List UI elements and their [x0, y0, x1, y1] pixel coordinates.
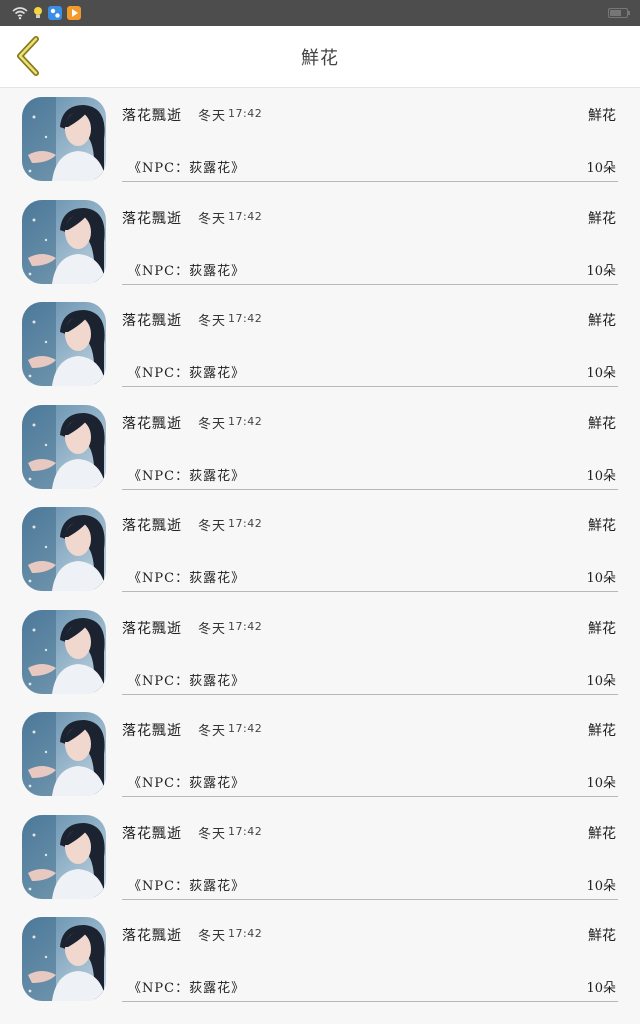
timestamp: 17:42: [228, 517, 263, 530]
sender-tag: 冬天: [198, 109, 227, 124]
item-amount: 10朵: [586, 161, 616, 176]
bulb-icon: [33, 6, 43, 20]
nav-bar: 鮮花: [0, 26, 640, 88]
item-body: 落花飄逝 冬天 17:42 鮮花 《NPC：荻露花》 10朵: [122, 703, 618, 797]
timestamp: 17:42: [228, 107, 263, 120]
sender-name: 落花飄逝: [122, 415, 182, 432]
item-amount: 10朵: [586, 878, 616, 894]
item-type: 鮮花: [588, 825, 616, 842]
avatar: [22, 507, 106, 591]
avatar: [22, 917, 106, 1001]
sender-tag: 冬天: [198, 314, 227, 329]
message-text: 《NPC：荻露花》: [128, 878, 246, 894]
status-icons: [12, 6, 81, 20]
app-icon-blue: [48, 6, 62, 20]
list-item[interactable]: 落花飄逝 冬天 17:42 鮮花 《NPC：荻露花》 10朵: [0, 498, 640, 601]
item-amount: 10朵: [586, 981, 616, 996]
item-body: 落花飄逝 冬天 17:42 鮮花 《NPC：荻露花》 10朵: [122, 396, 618, 490]
list-item[interactable]: 落花飄逝 冬天 17:42 鮮花 《NPC：荻露花》 10朵: [0, 293, 640, 396]
sender-tag: 冬天: [198, 929, 227, 944]
sender-tag: 冬天: [198, 519, 227, 534]
message-text: 《NPC：荻露花》: [128, 776, 246, 791]
timestamp: 17:42: [228, 824, 263, 838]
item-body: 落花飄逝 冬天 17:42 鮮花 《NPC：荻露花》 10朵: [122, 498, 618, 592]
sender-name: 落花飄逝: [122, 313, 182, 329]
status-right: [608, 8, 630, 18]
list-item[interactable]: 落花飄逝 冬天 17:42 鮮花 《NPC：荻露花》 10朵: [0, 806, 640, 909]
message-text: 《NPC：荻露花》: [128, 366, 246, 381]
item-type: 鮮花: [588, 723, 616, 739]
sender-name: 落花飄逝: [122, 108, 182, 124]
item-body: 落花飄逝 冬天 17:42 鮮花 《NPC：荻露花》 10朵: [122, 806, 618, 900]
item-amount: 10朵: [586, 776, 616, 791]
page-title: 鮮花: [301, 48, 339, 69]
avatar: [22, 404, 106, 489]
timestamp: 17:42: [228, 722, 263, 735]
item-body: 落花飄逝 冬天 17:42 鮮花 《NPC：荻露花》 10朵: [122, 88, 618, 182]
avatar: [22, 302, 106, 386]
sender-name: 落花飄逝: [122, 928, 182, 944]
app-icon-orange: [67, 6, 81, 20]
item-type: 鮮花: [588, 313, 616, 329]
item-amount: 10朵: [586, 366, 616, 381]
sender-name: 落花飄逝: [122, 825, 182, 842]
avatar: [22, 97, 106, 181]
avatar: [22, 609, 106, 694]
item-body: 落花飄逝 冬天 17:42 鮮花 《NPC：荻露花》 10朵: [122, 293, 618, 387]
status-bar: [0, 0, 640, 26]
battery-icon: [608, 8, 630, 18]
timestamp: 17:42: [228, 209, 263, 223]
sender-tag: 冬天: [198, 826, 227, 842]
item-type: 鮮花: [588, 108, 616, 124]
item-amount: 10朵: [586, 673, 616, 689]
item-type: 鮮花: [588, 518, 616, 534]
item-type: 鮮花: [588, 415, 616, 432]
list-item[interactable]: 落花飄逝 冬天 17:42 鮮花 《NPC：荻露花》 10朵: [0, 908, 640, 1011]
message-text: 《NPC：荻露花》: [128, 161, 246, 176]
sender-name: 落花飄逝: [122, 723, 182, 739]
message-text: 《NPC：荻露花》: [128, 263, 246, 279]
list-item[interactable]: 落花飄逝 冬天 17:42 鮮花 《NPC：荻露花》 10朵: [0, 191, 640, 294]
timestamp: 17:42: [228, 927, 263, 940]
timestamp: 17:42: [228, 312, 263, 325]
item-type: 鮮花: [588, 928, 616, 944]
avatar: [22, 199, 106, 284]
sender-tag: 冬天: [198, 211, 227, 227]
message-text: 《NPC：荻露花》: [128, 468, 246, 484]
list-item[interactable]: 落花飄逝 冬天 17:42 鮮花 《NPC：荻露花》 10朵: [0, 601, 640, 704]
list-item[interactable]: 落花飄逝 冬天 17:42 鮮花 《NPC：荻露花》 10朵: [0, 88, 640, 191]
avatar: [22, 814, 106, 899]
sender-tag: 冬天: [198, 724, 227, 739]
message-list: 落花飄逝 冬天 17:42 鮮花 《NPC：荻露花》 10朵 落花飄逝 冬天 1…: [0, 88, 640, 1011]
item-type: 鮮花: [588, 210, 616, 227]
sender-tag: 冬天: [198, 416, 227, 432]
list-item[interactable]: 落花飄逝 冬天 17:42 鮮花 《NPC：荻露花》 10朵: [0, 396, 640, 499]
avatar: [22, 712, 106, 796]
sender-tag: 冬天: [198, 621, 227, 637]
item-body: 落花飄逝 冬天 17:42 鮮花 《NPC：荻露花》 10朵: [122, 601, 618, 695]
item-amount: 10朵: [586, 571, 616, 586]
item-body: 落花飄逝 冬天 17:42 鮮花 《NPC：荻露花》 10朵: [122, 908, 618, 1002]
list-item[interactable]: 落花飄逝 冬天 17:42 鮮花 《NPC：荻露花》 10朵: [0, 703, 640, 806]
message-text: 《NPC：荻露花》: [128, 981, 246, 996]
message-text: 《NPC：荻露花》: [128, 673, 246, 689]
sender-name: 落花飄逝: [122, 210, 182, 227]
item-type: 鮮花: [588, 620, 616, 637]
wifi-icon: [12, 6, 28, 20]
item-body: 落花飄逝 冬天 17:42 鮮花 《NPC：荻露花》 10朵: [122, 191, 618, 285]
timestamp: 17:42: [228, 414, 263, 428]
item-amount: 10朵: [586, 468, 616, 484]
timestamp: 17:42: [228, 619, 263, 633]
item-amount: 10朵: [586, 263, 616, 279]
sender-name: 落花飄逝: [122, 518, 182, 534]
message-text: 《NPC：荻露花》: [128, 571, 246, 586]
sender-name: 落花飄逝: [122, 620, 182, 637]
